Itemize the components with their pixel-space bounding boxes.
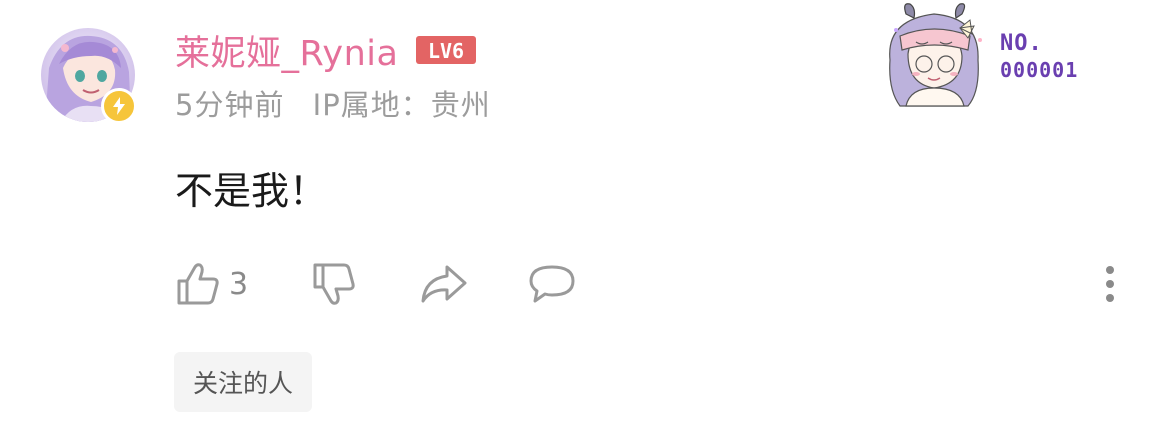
fan-number-label: NO.	[1000, 31, 1043, 56]
svg-text:LV6: LV6	[428, 39, 464, 63]
thumbs-up-icon	[177, 263, 219, 305]
level-badge: LV6	[416, 36, 477, 64]
dislike-button[interactable]	[311, 258, 357, 310]
username-row: 莱妮娅_Rynia LV6	[175, 24, 477, 76]
reply-button[interactable]	[527, 258, 577, 310]
chat-bubble-icon	[529, 265, 575, 303]
fan-card-character-icon	[889, 3, 982, 107]
fan-number-value: 000001	[1000, 57, 1079, 82]
more-button[interactable]	[1096, 262, 1124, 306]
comment-time: 5分钟前	[175, 88, 285, 122]
fan-number: NO. 000001	[1000, 30, 1078, 83]
fan-card[interactable]: NO. 000001	[876, 0, 1136, 120]
share-arrow-icon	[421, 265, 467, 303]
lightning-icon	[113, 97, 125, 115]
comment-item: 莱妮娅_Rynia LV6 5分钟前 IP属地：贵州 不是我！ 3 关注的人 N…	[0, 0, 1170, 444]
comment-meta: 5分钟前 IP属地：贵州	[175, 82, 491, 124]
vip-badge	[101, 88, 137, 124]
level-icon: LV6	[416, 36, 477, 64]
comment-content: 不是我！	[175, 169, 328, 213]
like-button[interactable]: 3	[175, 258, 248, 310]
more-vertical-icon	[1106, 266, 1114, 302]
username[interactable]: 莱妮娅_Rynia	[175, 25, 398, 76]
like-count: 3	[229, 266, 249, 302]
follow-tag[interactable]: 关注的人	[174, 352, 313, 412]
ip-location: IP属地：贵州	[312, 88, 491, 122]
avatar[interactable]	[41, 28, 137, 124]
thumbs-down-icon	[313, 263, 355, 305]
share-button[interactable]	[419, 258, 469, 310]
